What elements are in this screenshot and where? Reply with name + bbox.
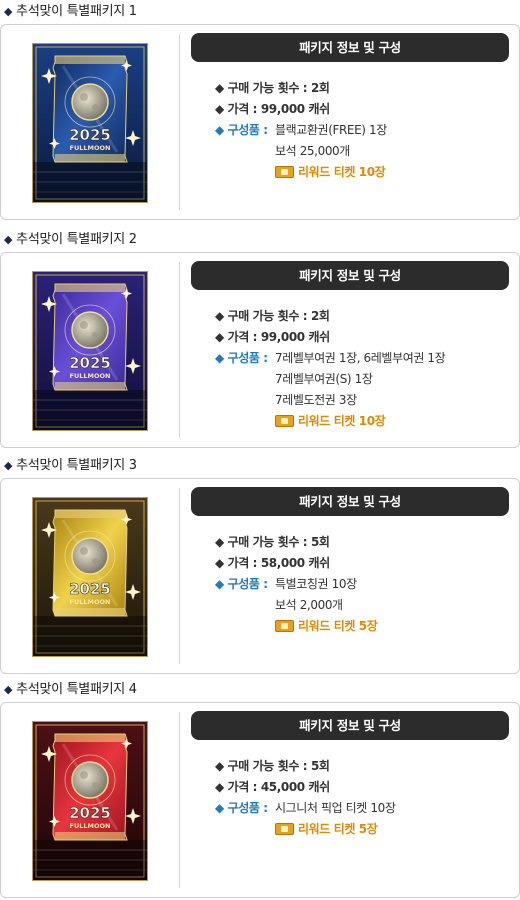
component-text: 블랙교환권(FREE) 1장 [275,123,387,137]
section-title-text: 추석맞이 특별패키지 3 [16,458,137,473]
price: ◆ 가격 : 99,000 캐쉬 [215,330,330,344]
pack-name: FULLMOON [70,598,111,606]
divider [179,488,180,664]
package-image: 2025 FULLMOON [32,43,148,203]
reward-row: 리워드 티켓 10장 [215,162,515,183]
package-info-header: 패키지 정보 및 구성 [191,261,509,290]
purchase-limit: ◆ 구매 가능 횟수 : 5회 [215,759,330,773]
ticket-icon [275,415,294,427]
ticket-icon [275,166,294,178]
component-text: 보석 25,000개 [275,144,350,158]
section-title-text: 추석맞이 특별패키지 1 [16,4,137,19]
purchase-limit: ◆ 구매 가능 횟수 : 2회 [215,309,330,323]
component-item: 7레벨부여권(S) 1장 [215,369,515,390]
pack-art: 2025 FULLMOON [33,498,147,656]
ticket-icon [275,823,294,835]
component-item: ◆ 구성품 : 시그니처 픽업 티켓 10장 [215,798,515,819]
section-title: ◆ 추석맞이 특별패키지 4 [4,678,137,702]
diamond-icon: ◆ [4,683,13,696]
package-card: 2025 FULLMOON 패키지 정보 및 구성 ◆ 구매 가능 횟수 : 5… [0,702,520,898]
pack-year: 2025 [69,804,111,822]
component-item: 7레벨도전권 3장 [215,390,515,411]
package-info: ◆ 구매 가능 횟수 : 5회 ◆ 가격 : 45,000 캐쉬 ◆ 구성품 : 시그… [215,756,515,840]
section-title: ◆ 추석맞이 특별패키지 2 [4,228,137,252]
diamond-icon: ◆ [4,233,13,246]
pack-year: 2025 [69,354,111,372]
pack-year: 2025 [69,126,111,144]
component-text: 7레벨부여권 1장, 6레벨부여권 1장 [275,351,446,365]
package-card: 2025 FULLMOON 패키지 정보 및 구성 ◆ 구매 가능 횟수 : 5… [0,478,520,674]
reward-text: 리워드 티켓 10장 [298,414,386,428]
package-image: 2025 FULLMOON [32,721,148,881]
section-title-text: 추석맞이 특별패키지 4 [16,682,137,697]
divider [179,712,180,888]
package-image: 2025 FULLMOON [32,497,148,657]
components-label: ◆ 구성품 : [215,577,268,591]
package-card: 2025 FULLMOON 패키지 정보 및 구성 ◆ 구매 가능 횟수 : 2… [0,252,520,448]
pack-art: 2025 FULLMOON [33,44,147,202]
package-info: ◆ 구매 가능 횟수 : 2회 ◆ 가격 : 99,000 캐쉬 ◆ 구성품 : 블랙… [215,78,515,183]
package-info: ◆ 구매 가능 횟수 : 5회 ◆ 가격 : 58,000 캐쉬 ◆ 구성품 : 특별… [215,532,515,637]
pack-art: 2025 FULLMOON [33,722,147,880]
reward-text: 리워드 티켓 10장 [298,165,386,179]
diamond-icon: ◆ [4,459,13,472]
reward-row: 리워드 티켓 5장 [215,616,515,637]
components-label: ◆ 구성품 : [215,123,268,137]
components-label: ◆ 구성품 : [215,351,268,365]
package-info-header: 패키지 정보 및 구성 [191,487,509,516]
package-card: 2025 FULLMOON 패키지 정보 및 구성 ◆ 구매 가능 횟수 : 2… [0,24,520,220]
package-info: ◆ 구매 가능 횟수 : 2회 ◆ 가격 : 99,000 캐쉬 ◆ 구성품 : 7레… [215,306,515,432]
component-text: 시그니처 픽업 티켓 10장 [275,801,396,815]
diamond-icon: ◆ [4,5,13,18]
reward-row: 리워드 티켓 5장 [215,819,515,840]
pack-name: FULLMOON [70,144,111,152]
pack-art: 2025 FULLMOON [33,272,147,430]
pack-name: FULLMOON [70,822,111,830]
component-text: 특별코칭권 10장 [275,577,357,591]
ticket-icon [275,620,294,632]
purchase-limit: ◆ 구매 가능 횟수 : 2회 [215,81,330,95]
component-text: 보석 2,000개 [275,598,343,612]
section-title: ◆ 추석맞이 특별패키지 1 [4,0,137,24]
component-text: 7레벨도전권 3장 [275,393,357,407]
component-item: ◆ 구성품 : 특별코칭권 10장 [215,574,515,595]
price: ◆ 가격 : 58,000 캐쉬 [215,556,330,570]
components-label: ◆ 구성품 : [215,801,268,815]
section-title: ◆ 추석맞이 특별패키지 3 [4,454,137,478]
pack-name: FULLMOON [70,372,111,380]
price: ◆ 가격 : 45,000 캐쉬 [215,780,330,794]
reward-row: 리워드 티켓 10장 [215,411,515,432]
component-item: 보석 2,000개 [215,595,515,616]
package-info-header: 패키지 정보 및 구성 [191,711,509,740]
reward-text: 리워드 티켓 5장 [298,619,378,633]
component-item: 보석 25,000개 [215,141,515,162]
component-item: ◆ 구성품 : 7레벨부여권 1장, 6레벨부여권 1장 [215,348,515,369]
section-title-text: 추석맞이 특별패키지 2 [16,232,137,247]
package-info-header: 패키지 정보 및 구성 [191,33,509,62]
package-image: 2025 FULLMOON [32,271,148,431]
reward-text: 리워드 티켓 5장 [298,822,378,836]
purchase-limit: ◆ 구매 가능 횟수 : 5회 [215,535,330,549]
component-item: ◆ 구성품 : 블랙교환권(FREE) 1장 [215,120,515,141]
divider [179,262,180,438]
divider [179,34,180,210]
pack-year: 2025 [69,580,111,598]
component-text: 7레벨부여권(S) 1장 [275,372,373,386]
price: ◆ 가격 : 99,000 캐쉬 [215,102,330,116]
